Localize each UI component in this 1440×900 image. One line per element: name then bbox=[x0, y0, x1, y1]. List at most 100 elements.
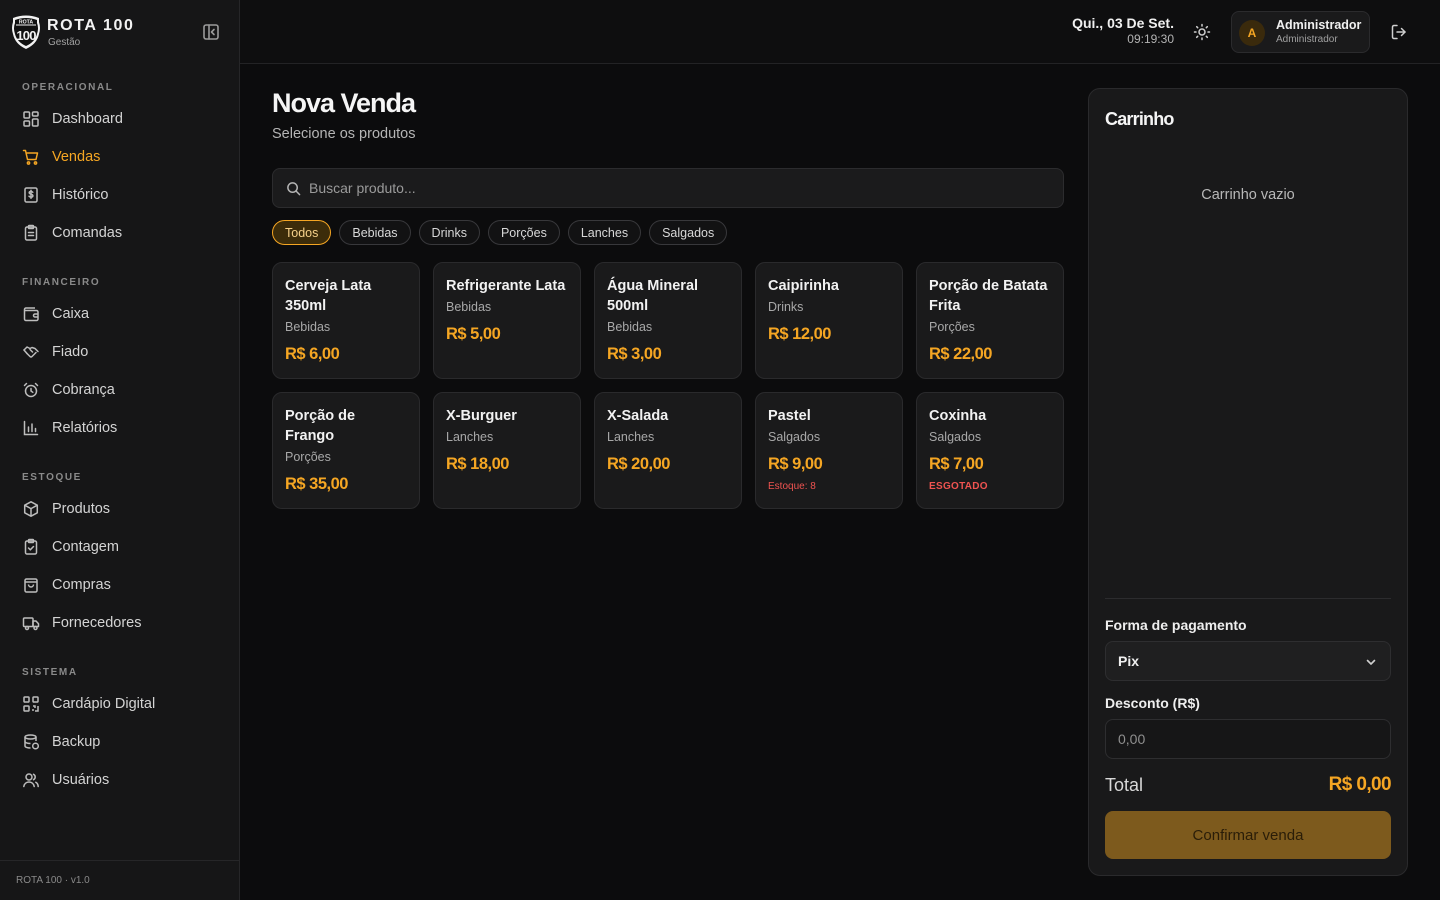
sidebar-item-compras[interactable]: Compras bbox=[14, 569, 226, 601]
product-price: R$ 3,00 bbox=[607, 345, 662, 363]
product-grid: Cerveja Lata 350ml Bebidas R$ 6,00 Refri… bbox=[272, 262, 1064, 509]
product-card[interactable]: X-Salada Lanches R$ 20,00 bbox=[594, 392, 742, 509]
cart-divider bbox=[1105, 598, 1391, 599]
confirm-sale-button[interactable]: Confirmar venda bbox=[1105, 811, 1391, 859]
sidebar-item-label: Compras bbox=[52, 577, 111, 593]
section-title-sistema: SISTEMA bbox=[22, 667, 78, 678]
sold-out-badge: ESGOTADO bbox=[929, 481, 988, 492]
product-price: R$ 20,00 bbox=[607, 455, 670, 473]
product-category: Porções bbox=[285, 450, 331, 464]
bar-chart-icon bbox=[23, 420, 39, 436]
sidebar-item-historico[interactable]: Histórico bbox=[14, 179, 226, 211]
search-input[interactable] bbox=[309, 169, 1049, 207]
page-title: Nova Venda bbox=[272, 88, 416, 118]
current-date: Qui., 03 De Set. bbox=[1072, 15, 1174, 31]
product-card[interactable]: X-Burguer Lanches R$ 18,00 bbox=[433, 392, 581, 509]
logout-icon[interactable] bbox=[1390, 23, 1408, 41]
sidebar-item-label: Relatórios bbox=[52, 420, 118, 436]
clipboard-icon bbox=[24, 224, 38, 241]
page-subtitle: Selecione os produtos bbox=[272, 126, 416, 142]
sidebar-item-label: Dashboard bbox=[52, 111, 123, 127]
category-chip-salgados[interactable]: Salgados bbox=[649, 220, 728, 245]
product-card[interactable]: Água Mineral 500ml Bebidas R$ 3,00 bbox=[594, 262, 742, 379]
sidebar-item-label: Caixa bbox=[52, 306, 90, 322]
sidebar-item-usuarios[interactable]: Usuários bbox=[14, 764, 226, 796]
product-card[interactable]: Porção de Frango Porções R$ 35,00 bbox=[272, 392, 420, 509]
category-chip-lanches[interactable]: Lanches bbox=[567, 220, 642, 245]
sidebar-item-relatorios[interactable]: Relatórios bbox=[14, 412, 226, 444]
product-card[interactable]: Coxinha Salgados R$ 7,00 ESGOTADO bbox=[916, 392, 1064, 509]
product-search[interactable] bbox=[272, 168, 1064, 208]
category-chip-bebidas[interactable]: Bebidas bbox=[339, 220, 411, 245]
receipt-icon bbox=[24, 187, 38, 203]
sidebar-item-label: Vendas bbox=[52, 149, 101, 165]
sidebar-footer-version: ROTA 100 · v1.0 bbox=[0, 860, 239, 900]
product-category: Salgados bbox=[929, 430, 982, 444]
sidebar-item-backup[interactable]: Backup bbox=[14, 726, 226, 758]
product-name: Porção de Batata Frita bbox=[929, 278, 1048, 314]
sidebar-item-label: Backup bbox=[52, 734, 101, 750]
product-name: Caipirinha bbox=[768, 278, 839, 294]
sidebar-item-vendas[interactable]: Vendas bbox=[14, 141, 226, 173]
sidebar-item-label: Contagem bbox=[52, 539, 119, 555]
sidebar-item-comandas[interactable]: Comandas bbox=[14, 217, 226, 249]
product-card[interactable]: Caipirinha Drinks R$ 12,00 bbox=[755, 262, 903, 379]
cart-title: Carrinho bbox=[1105, 109, 1174, 129]
user-name: Administrador bbox=[1276, 18, 1362, 32]
sidebar-item-contagem[interactable]: Contagem bbox=[14, 531, 226, 563]
section-title-operacional: OPERACIONAL bbox=[22, 82, 114, 93]
handshake-icon bbox=[23, 346, 39, 358]
category-chip-drinks[interactable]: Drinks bbox=[418, 220, 480, 245]
product-card[interactable]: Porção de Batata Frita Porções R$ 22,00 bbox=[916, 262, 1064, 379]
sidebar-item-cardapio-digital[interactable]: Cardápio Digital bbox=[14, 688, 226, 720]
product-price: R$ 35,00 bbox=[285, 475, 348, 493]
category-filters: Todos Bebidas Drinks Porções Lanches Sal… bbox=[272, 220, 728, 246]
collapse-sidebar-icon[interactable] bbox=[201, 22, 221, 42]
sidebar-item-fiado[interactable]: Fiado bbox=[14, 336, 226, 368]
sidebar-item-label: Fiado bbox=[52, 344, 89, 360]
cart-panel: Carrinho Carrinho vazio Forma de pagamen… bbox=[1088, 88, 1408, 876]
qr-code-icon bbox=[23, 696, 39, 712]
sidebar-item-label: Histórico bbox=[52, 187, 109, 203]
product-name: Coxinha bbox=[929, 408, 987, 424]
stock-badge: Estoque: 8 bbox=[768, 481, 816, 492]
logo-number-text: 100 bbox=[16, 28, 36, 43]
user-menu-button[interactable]: A Administrador Administrador bbox=[1231, 11, 1370, 53]
product-card[interactable]: Cerveja Lata 350ml Bebidas R$ 6,00 bbox=[272, 262, 420, 379]
brand-title: ROTA 100 bbox=[47, 17, 135, 34]
product-category: Bebidas bbox=[285, 320, 331, 334]
sidebar-item-label: Comandas bbox=[52, 225, 123, 241]
sidebar-item-caixa[interactable]: Caixa bbox=[14, 298, 226, 330]
sidebar-item-fornecedores[interactable]: Fornecedores bbox=[14, 607, 226, 639]
product-category: Bebidas bbox=[446, 300, 492, 314]
product-price: R$ 12,00 bbox=[768, 325, 831, 343]
payment-method-value: Pix bbox=[1118, 653, 1140, 669]
payment-method-select[interactable]: Pix bbox=[1105, 641, 1391, 681]
route-shield-logo: ROTA 100 bbox=[12, 15, 40, 49]
payment-method-label: Forma de pagamento bbox=[1105, 617, 1247, 633]
sidebar-item-dashboard[interactable]: Dashboard bbox=[14, 103, 226, 135]
discount-field[interactable] bbox=[1105, 719, 1391, 759]
section-title-estoque: ESTOQUE bbox=[22, 472, 82, 483]
sidebar-item-cobranca[interactable]: Cobrança bbox=[14, 374, 226, 406]
sidebar-item-label: Usuários bbox=[52, 772, 110, 788]
sidebar-item-label: Cardápio Digital bbox=[52, 696, 156, 712]
datetime: Qui., 03 De Set. 09:19:30 bbox=[1072, 15, 1174, 46]
chevron-down-icon bbox=[1366, 659, 1376, 665]
product-card[interactable]: Refrigerante Lata Bebidas R$ 5,00 bbox=[433, 262, 581, 379]
brand[interactable]: ROTA 100 ROTA 100 Gestão bbox=[10, 14, 230, 52]
product-category: Lanches bbox=[607, 430, 655, 444]
product-card[interactable]: Pastel Salgados R$ 9,00 Estoque: 8 bbox=[755, 392, 903, 509]
category-chip-todos[interactable]: Todos bbox=[272, 220, 332, 245]
product-category: Salgados bbox=[768, 430, 821, 444]
total-label: Total bbox=[1105, 775, 1144, 795]
sun-icon[interactable] bbox=[1193, 23, 1211, 41]
users-icon bbox=[23, 773, 39, 788]
discount-input[interactable] bbox=[1106, 720, 1390, 758]
avatar: A bbox=[1239, 20, 1265, 46]
logo-top-text: ROTA bbox=[19, 20, 34, 26]
product-price: R$ 6,00 bbox=[285, 345, 340, 363]
product-name: Cerveja Lata 350ml bbox=[285, 278, 372, 314]
category-chip-porcoes[interactable]: Porções bbox=[487, 220, 560, 245]
sidebar-item-produtos[interactable]: Produtos bbox=[14, 493, 226, 525]
